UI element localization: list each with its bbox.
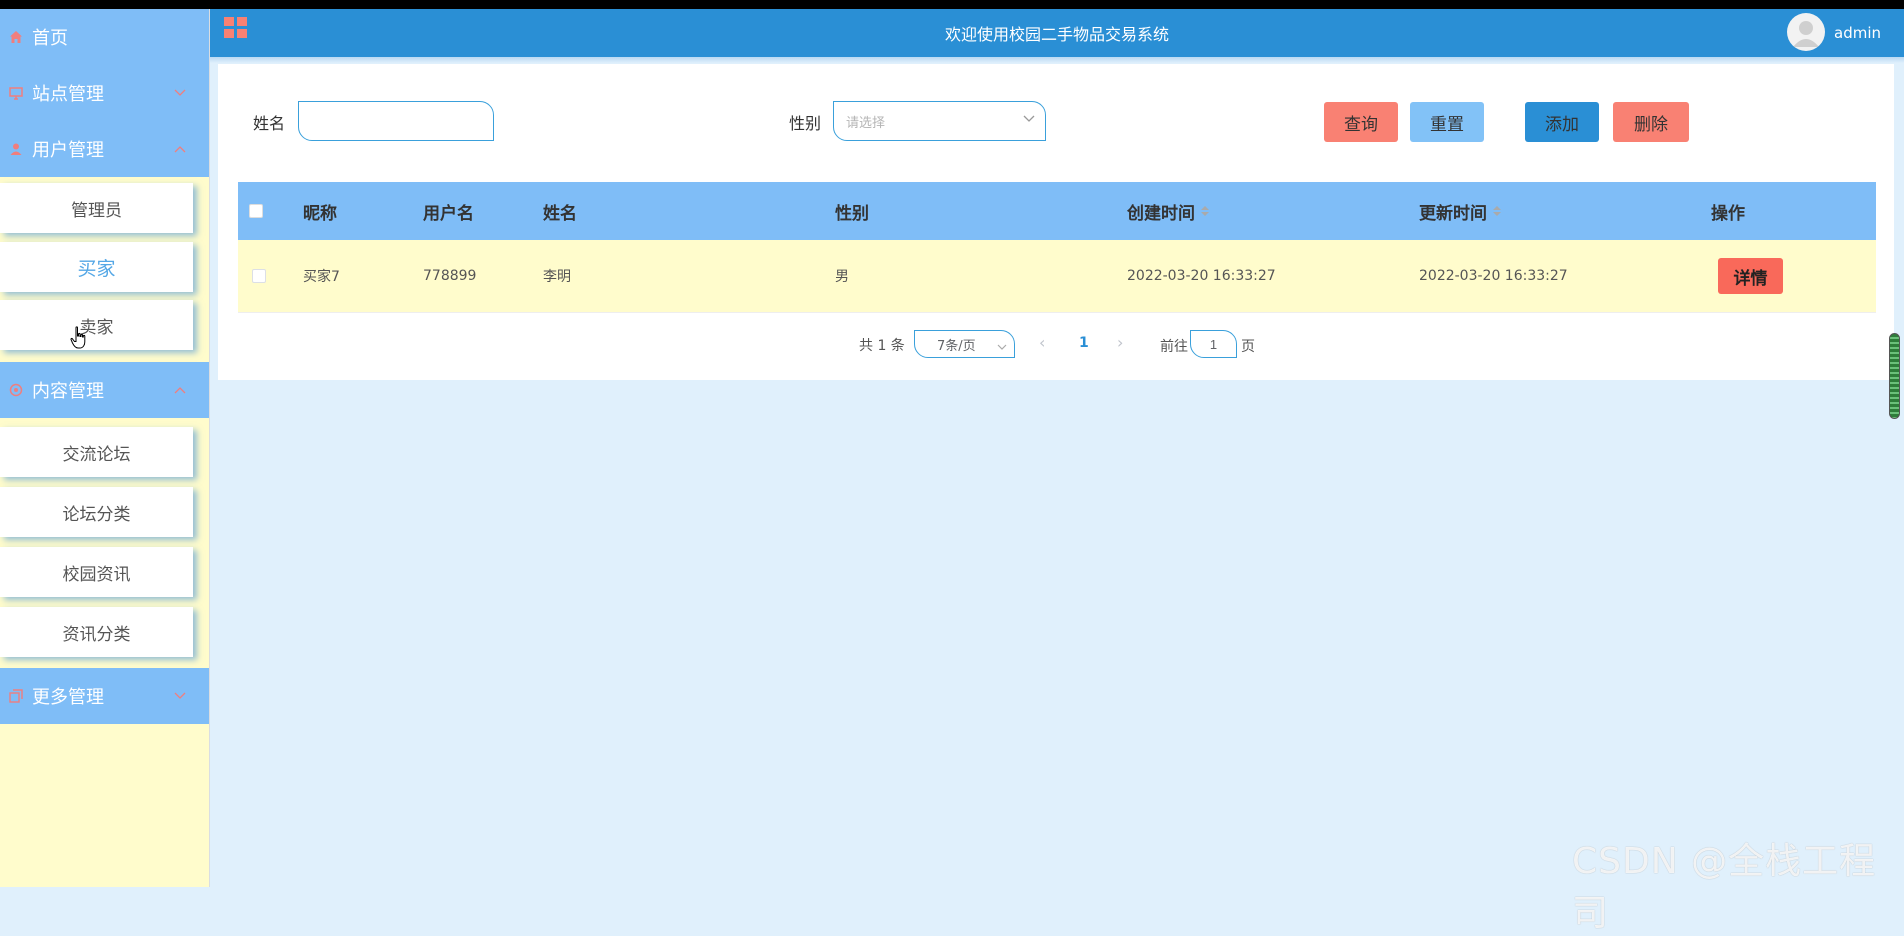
column-header-gender: 性别 bbox=[835, 203, 869, 224]
sort-icon[interactable] bbox=[1201, 205, 1209, 217]
name-label: 姓名 bbox=[253, 114, 286, 133]
sidebar-section-label: 更多管理 bbox=[32, 687, 104, 708]
chevron-down-icon bbox=[1023, 112, 1035, 127]
chevron-up-icon bbox=[173, 145, 187, 153]
sidebar-item-label: 首页 bbox=[32, 28, 68, 49]
copy-icon bbox=[8, 689, 24, 703]
cell-name: 李明 bbox=[543, 269, 571, 285]
user-icon bbox=[8, 142, 24, 156]
sidebar-item-label: 校园资讯 bbox=[62, 564, 131, 585]
column-header-created[interactable]: 创建时间 bbox=[1127, 182, 1209, 240]
chat-icon bbox=[8, 383, 24, 397]
column-header-actions: 操作 bbox=[1711, 203, 1745, 224]
sidebar-item-seller[interactable]: 卖家 bbox=[0, 300, 193, 350]
page-title: 欢迎使用校园二手物品交易系统 bbox=[944, 25, 1169, 44]
column-header-username: 用户名 bbox=[423, 203, 474, 224]
sidebar-item-campus-news[interactable]: 校园资讯 bbox=[0, 547, 193, 597]
goto-page-input[interactable] bbox=[1190, 330, 1237, 358]
sidebar-item-forum[interactable]: 交流论坛 bbox=[0, 427, 193, 477]
monitor-icon bbox=[8, 86, 24, 100]
cell-username: 778899 bbox=[423, 268, 477, 284]
sidebar-section-label: 站点管理 bbox=[32, 84, 104, 105]
sidebar-item-forum-category[interactable]: 论坛分类 bbox=[0, 487, 193, 537]
watermark: CSDN @全栈工程司 bbox=[1572, 841, 1877, 934]
goto-suffix: 页 bbox=[1241, 339, 1255, 355]
chevron-down-icon bbox=[997, 340, 1007, 355]
cell-gender: 男 bbox=[835, 269, 849, 285]
sidebar: 首页 站点管理 用户管理 管理员 买家 卖家 内容管理 交流论坛 论坛分类 校园… bbox=[0, 9, 210, 887]
column-header-name: 姓名 bbox=[543, 203, 577, 224]
name-input[interactable] bbox=[298, 101, 494, 141]
sidebar-section-more[interactable]: 更多管理 bbox=[0, 668, 209, 724]
sidebar-item-label: 资讯分类 bbox=[62, 624, 131, 645]
gender-select[interactable]: 请选择 bbox=[833, 101, 1046, 141]
goto-prefix: 前往 bbox=[1160, 339, 1188, 355]
sidebar-item-buyer[interactable]: 买家 bbox=[0, 242, 193, 292]
gender-label: 性别 bbox=[789, 114, 822, 133]
sidebar-section-users[interactable]: 用户管理 bbox=[0, 121, 209, 177]
prev-page-icon[interactable]: ‹ bbox=[1039, 333, 1045, 352]
sidebar-section-content[interactable]: 内容管理 bbox=[0, 362, 209, 418]
chevron-up-icon bbox=[173, 386, 187, 394]
page-size-select[interactable]: 7条/页 bbox=[914, 330, 1015, 358]
gender-select-placeholder: 请选择 bbox=[846, 115, 886, 131]
column-header-updated[interactable]: 更新时间 bbox=[1419, 182, 1501, 240]
sidebar-item-label: 管理员 bbox=[71, 200, 122, 221]
delete-button[interactable]: 删除 bbox=[1613, 102, 1689, 142]
vertical-scrollbar[interactable] bbox=[1889, 333, 1900, 419]
chevron-down-icon bbox=[173, 692, 187, 700]
select-all-checkbox[interactable] bbox=[249, 204, 263, 218]
home-icon bbox=[8, 30, 24, 44]
column-header-label: 创建时间 bbox=[1127, 203, 1195, 224]
sidebar-item-news-category[interactable]: 资讯分类 bbox=[0, 607, 193, 657]
cell-updated: 2022-03-20 16:33:27 bbox=[1419, 268, 1568, 284]
sidebar-item-label: 交流论坛 bbox=[62, 444, 131, 465]
query-button[interactable]: 查询 bbox=[1324, 102, 1398, 142]
window-top-bar bbox=[0, 0, 1904, 9]
sidebar-section-label: 内容管理 bbox=[32, 381, 104, 402]
current-page[interactable]: 1 bbox=[1079, 335, 1089, 351]
sidebar-section-site[interactable]: 站点管理 bbox=[0, 65, 209, 121]
sort-icon[interactable] bbox=[1493, 205, 1501, 217]
reset-button[interactable]: 重置 bbox=[1410, 102, 1484, 142]
hand-cursor-icon bbox=[70, 326, 88, 354]
avatar[interactable] bbox=[1787, 13, 1825, 51]
add-button[interactable]: 添加 bbox=[1525, 102, 1599, 142]
table-row: 买家7 778899 李明 男 2022-03-20 16:33:27 2022… bbox=[238, 240, 1876, 313]
sidebar-item-label: 论坛分类 bbox=[62, 504, 131, 525]
username[interactable]: admin bbox=[1834, 9, 1881, 57]
page-size-value: 7条/页 bbox=[937, 338, 976, 354]
cell-nickname: 买家7 bbox=[303, 269, 340, 285]
header-shadow bbox=[210, 57, 1904, 63]
pagination-total: 共 1 条 bbox=[859, 338, 905, 354]
table-header: 昵称 用户名 姓名 性别 创建时间 更新时间 操作 bbox=[238, 182, 1876, 240]
sidebar-item-home[interactable]: 首页 bbox=[0, 9, 209, 65]
sidebar-section-label: 用户管理 bbox=[32, 140, 104, 161]
column-header-label: 更新时间 bbox=[1419, 203, 1487, 224]
next-page-icon[interactable]: › bbox=[1117, 333, 1123, 352]
sidebar-item-admin[interactable]: 管理员 bbox=[0, 183, 193, 233]
row-checkbox[interactable] bbox=[252, 269, 266, 283]
cell-created: 2022-03-20 16:33:27 bbox=[1127, 268, 1276, 284]
chevron-down-icon bbox=[173, 89, 187, 97]
sidebar-item-label: 买家 bbox=[77, 257, 116, 280]
detail-button[interactable]: 详情 bbox=[1718, 258, 1783, 294]
top-header: 欢迎使用校园二手物品交易系统 admin bbox=[210, 9, 1904, 57]
column-header-nickname: 昵称 bbox=[303, 203, 337, 224]
